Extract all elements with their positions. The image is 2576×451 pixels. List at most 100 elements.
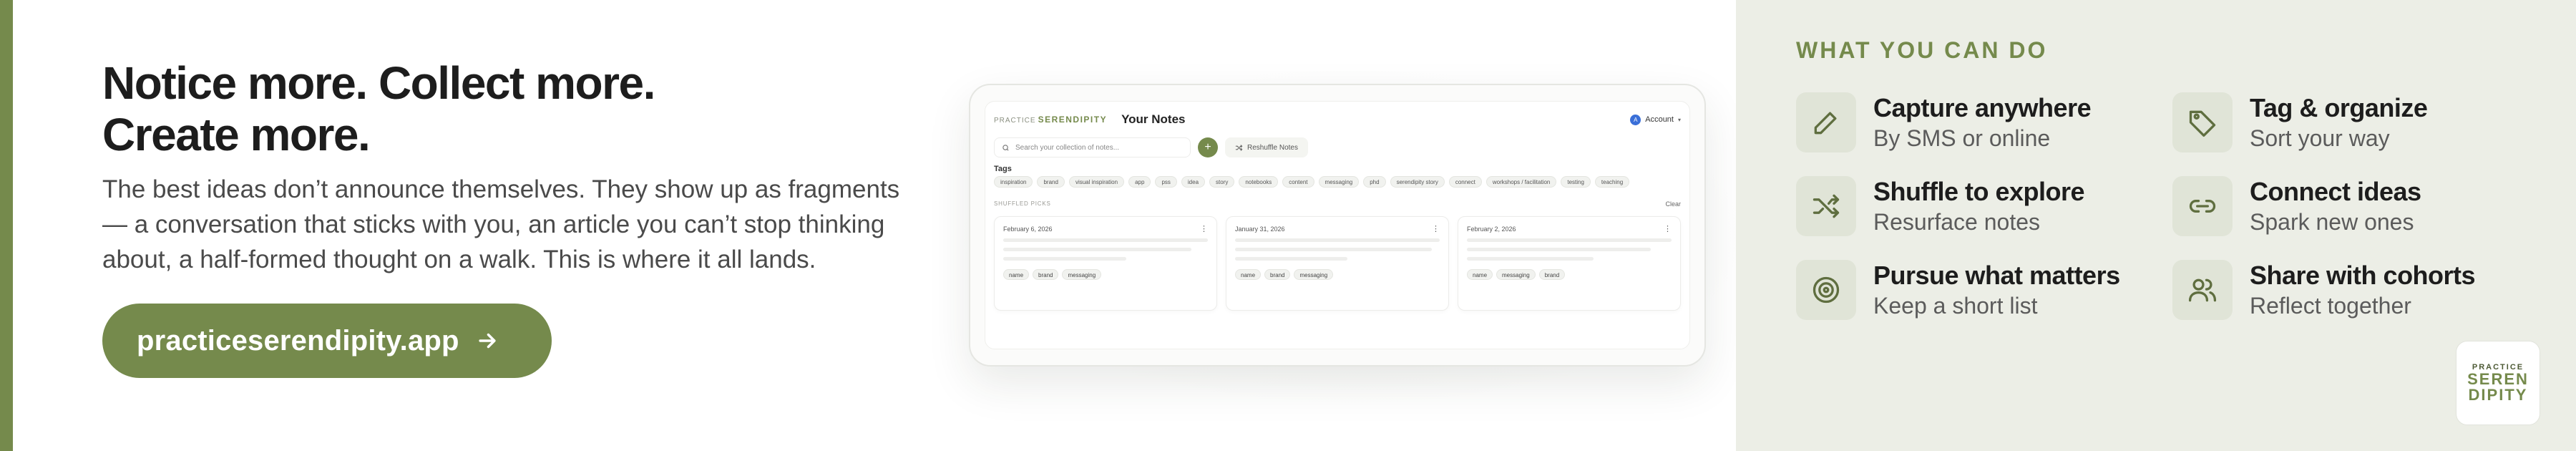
headline: Notice more. Collect more. Create more.	[102, 57, 911, 160]
tag-chip[interactable]: phd	[1363, 176, 1386, 188]
app-topbar: PRACTICE SERENDIPITY Your Notes A Account…	[994, 112, 1681, 127]
note-text-line	[1467, 238, 1672, 242]
note-tag-chip[interactable]: brand	[1264, 269, 1291, 280]
shuffle-icon	[1796, 176, 1856, 236]
tag-icon	[2172, 92, 2233, 152]
feature-title: Capture anywhere	[1873, 93, 2092, 122]
reshuffle-button[interactable]: Reshuffle Notes	[1225, 137, 1308, 157]
note-text-line	[1003, 248, 1192, 251]
tag-chip[interactable]: workshops / facilitation	[1485, 176, 1557, 188]
note-cards: February 6, 2026 ⋮ name brand messaging Janua…	[994, 216, 1681, 311]
more-icon[interactable]: ⋮	[1432, 224, 1440, 233]
lede-paragraph: The best ideas don’t announce themselves…	[102, 175, 900, 273]
feature-title: Pursue what matters	[1873, 261, 2120, 290]
note-tag-chip[interactable]: messaging	[1294, 269, 1334, 280]
app-screen: PRACTICE SERENDIPITY Your Notes A Account…	[985, 101, 1690, 349]
hero-section: Notice more. Collect more. Create more. …	[102, 57, 911, 277]
feature-pursue-what-matters: Pursue what matters Keep a short list	[1796, 258, 2168, 322]
link-icon	[2172, 176, 2233, 236]
feature-subtitle: Keep a short list	[1873, 293, 2038, 319]
target-icon	[1796, 260, 1856, 320]
note-tag-chip[interactable]: name	[1003, 269, 1030, 280]
feature-capture-anywhere: Capture anywhere By SMS or online	[1796, 90, 2168, 155]
cta-label: practiceserendipity.app	[137, 324, 459, 357]
feature-subtitle: Spark new ones	[2250, 209, 2414, 235]
note-text-line	[1467, 257, 1594, 261]
tag-chip[interactable]: idea	[1181, 176, 1206, 188]
tag-chip[interactable]: content	[1282, 176, 1314, 188]
brand-logo: PRACTICE SEREN DIPITY	[2456, 341, 2540, 425]
tag-chip[interactable]: brand	[1037, 176, 1065, 188]
arrow-right-icon	[475, 329, 499, 353]
feature-text: Connect ideas Spark new ones	[2250, 176, 2421, 236]
account-menu[interactable]: A Account ▾	[1630, 114, 1681, 125]
pencil-icon	[1796, 92, 1856, 152]
feature-connect-ideas: Connect ideas Spark new ones	[2172, 174, 2545, 238]
tag-chip[interactable]: serendipity story	[1390, 176, 1445, 188]
note-date: February 6, 2026	[1003, 226, 1053, 233]
note-text-line	[1235, 248, 1432, 251]
feature-text: Tag & organize Sort your way	[2250, 92, 2428, 152]
clear-button[interactable]: Clear	[1665, 200, 1681, 208]
note-tags: name brand messaging	[1235, 269, 1440, 280]
feature-text: Capture anywhere By SMS or online	[1873, 92, 2092, 152]
feature-title: Tag & organize	[2250, 93, 2428, 122]
note-card[interactable]: February 6, 2026 ⋮ name brand messaging	[994, 216, 1217, 311]
tag-chip[interactable]: inspiration	[994, 176, 1033, 188]
note-tag-chip[interactable]: messaging	[1062, 269, 1102, 280]
tag-chip[interactable]: testing	[1561, 176, 1591, 188]
tags-heading: Tags	[994, 165, 1012, 173]
cta-button[interactable]: practiceserendipity.app	[102, 304, 552, 378]
note-tag-chip[interactable]: name	[1235, 269, 1262, 280]
note-text-line	[1467, 248, 1652, 251]
tag-chip[interactable]: story	[1209, 176, 1235, 188]
note-text-line	[1003, 238, 1208, 242]
feature-title: Share with cohorts	[2250, 261, 2476, 290]
feature-share-with-cohorts: Share with cohorts Reflect together	[2172, 258, 2545, 322]
tag-chip[interactable]: app	[1128, 176, 1151, 188]
feature-text: Pursue what matters Keep a short list	[1873, 260, 2120, 320]
note-card[interactable]: January 31, 2026 ⋮ name brand messaging	[1226, 216, 1449, 311]
feature-title: Connect ideas	[2250, 177, 2421, 206]
note-text-line	[1003, 257, 1126, 261]
shuffled-header: SHUFFLED PICKS Clear	[994, 200, 1681, 208]
note-tag-chip[interactable]: brand	[1033, 269, 1059, 280]
page-title: Your Notes	[1121, 112, 1186, 126]
tag-list: inspiration brand visual inspiration app pss…	[994, 176, 1689, 189]
device-mockup: PRACTICE SERENDIPITY Your Notes A Account…	[969, 84, 1706, 367]
search-placeholder: Search your collection of notes...	[1015, 143, 1120, 152]
search-input[interactable]: Search your collection of notes...	[994, 137, 1191, 157]
app-logo: PRACTICE SERENDIPITY	[994, 115, 1108, 125]
feature-subtitle: Sort your way	[2250, 125, 2390, 151]
tag-chip[interactable]: connect	[1448, 176, 1482, 188]
account-label: Account	[1645, 115, 1674, 124]
tag-chip[interactable]: pss	[1155, 176, 1177, 188]
note-tag-chip[interactable]: messaging	[1496, 269, 1536, 280]
feature-text: Shuffle to explore Resurface notes	[1873, 176, 2085, 236]
tag-chip[interactable]: messaging	[1318, 176, 1360, 188]
feature-shuffle-to-explore: Shuffle to explore Resurface notes	[1796, 174, 2168, 238]
more-icon[interactable]: ⋮	[1664, 224, 1672, 233]
note-date: February 2, 2026	[1467, 226, 1516, 233]
reshuffle-label: Reshuffle Notes	[1247, 143, 1298, 152]
features-panel: WHAT YOU CAN DO Capture anywhere By SMS o…	[1736, 0, 2576, 451]
feature-subtitle: By SMS or online	[1873, 125, 2051, 151]
tag-chip[interactable]: teaching	[1594, 176, 1630, 188]
avatar: A	[1630, 114, 1641, 125]
more-icon[interactable]: ⋮	[1200, 224, 1208, 233]
note-card[interactable]: February 2, 2026 ⋮ name messaging brand	[1458, 216, 1681, 311]
note-tag-chip[interactable]: brand	[1538, 269, 1566, 280]
tag-chip[interactable]: visual inspiration	[1068, 176, 1125, 188]
add-note-button[interactable]: +	[1198, 137, 1218, 157]
shuffle-icon	[1235, 144, 1243, 151]
shuffled-label: SHUFFLED PICKS	[994, 200, 1051, 207]
users-icon	[2172, 260, 2233, 320]
note-tag-chip[interactable]: name	[1467, 269, 1493, 280]
note-date: January 31, 2026	[1235, 226, 1285, 233]
feature-tag-organize: Tag & organize Sort your way	[2172, 90, 2545, 155]
note-tags: name brand messaging	[1003, 269, 1208, 280]
search-row: Search your collection of notes... + Res…	[994, 137, 1681, 157]
feature-subtitle: Reflect together	[2250, 293, 2411, 319]
tag-chip[interactable]: notebooks	[1239, 176, 1279, 188]
note-text-line	[1235, 238, 1440, 242]
